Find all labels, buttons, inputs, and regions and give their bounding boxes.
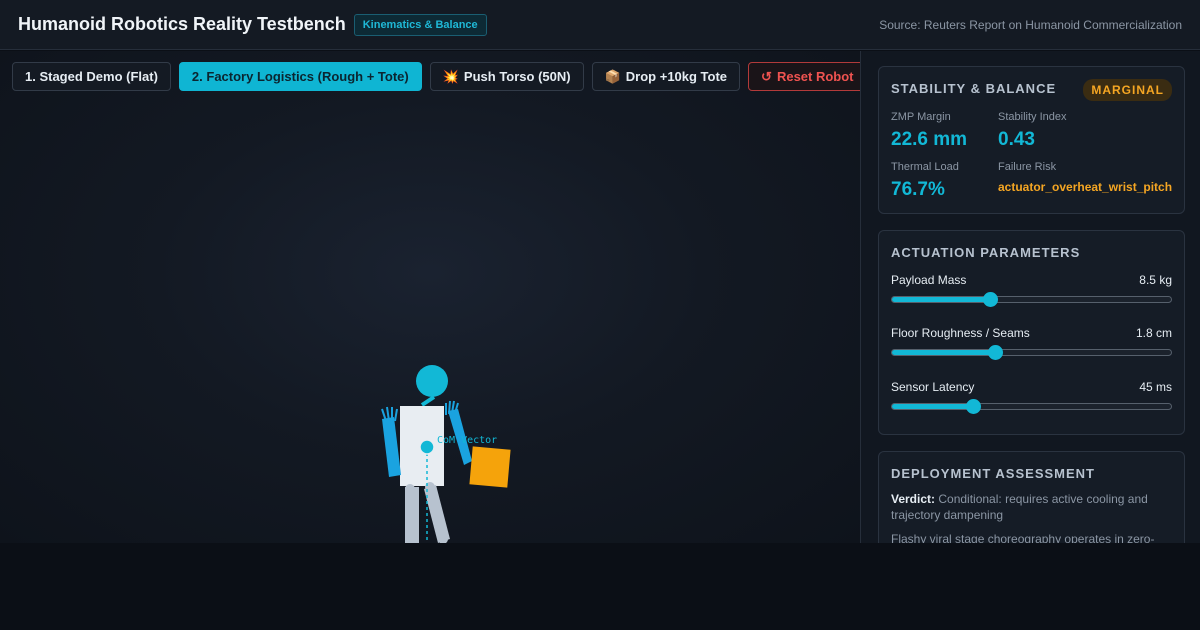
- stability-index-metric: Stability Index 0.43: [998, 111, 1066, 151]
- tote-box[interactable]: [469, 446, 511, 488]
- scenario-toolbar: 1. Staged Demo (Flat) 2. Factory Logisti…: [12, 62, 860, 91]
- failure-risk-label: Failure Risk: [998, 161, 1057, 173]
- robot-left-leg: [405, 487, 419, 543]
- left-hip-joint: [405, 484, 415, 494]
- robot-left-arm: [382, 417, 401, 477]
- stability-index-label: Stability Index: [998, 111, 1067, 123]
- zmp-margin-metric: ZMP Margin 22.6 mm: [891, 111, 967, 151]
- sensor-latency-value: 45 ms: [1139, 380, 1172, 394]
- sensor-latency-fill: [892, 404, 973, 409]
- mode-badge: Kinematics & Balance: [353, 13, 487, 36]
- humanoid-robot[interactable]: CoM Vector: [360, 361, 560, 543]
- floor-roughness-fill: [892, 350, 996, 355]
- thermal-load-metric: Thermal Load 76.7%: [891, 161, 959, 201]
- push-torso-button[interactable]: 💥 Push Torso (50N): [429, 62, 584, 91]
- factory-logistics-button[interactable]: 2. Factory Logistics (Rough + Tote): [178, 62, 422, 91]
- actuation-card: Actuation Parameters Payload Mass 8.5 kg…: [878, 230, 1185, 435]
- deployment-title: Deployment Assessment: [891, 466, 1095, 481]
- reset-robot-label: Reset Robot: [776, 69, 854, 84]
- robot-head: [416, 365, 448, 397]
- verdict-label: Verdict:: [891, 492, 936, 506]
- factory-logistics-label: 2. Factory Logistics (Rough + Tote): [191, 69, 409, 84]
- push-torso-label: Push Torso (50N): [463, 69, 571, 84]
- floor-roughness-label: Floor Roughness / Seams: [891, 326, 1030, 340]
- actuation-title: Actuation Parameters: [891, 245, 1081, 260]
- com-vector-label: CoM Vector: [437, 435, 497, 446]
- staged-demo-label: 1. Staged Demo (Flat): [25, 69, 158, 84]
- robot-left-hand: [381, 406, 398, 422]
- sensor-latency-slider[interactable]: Sensor Latency 45 ms: [891, 380, 1172, 414]
- thermal-load-label: Thermal Load: [891, 161, 959, 173]
- source-citation: Source: Reuters Report on Humanoid Comme…: [879, 17, 1182, 32]
- zmp-margin-label: ZMP Margin: [891, 111, 951, 123]
- deployment-card: Deployment Assessment Verdict: Condition…: [878, 451, 1185, 543]
- reset-icon: ↺: [761, 68, 772, 84]
- staged-demo-button[interactable]: 1. Staged Demo (Flat): [12, 62, 171, 91]
- floor-roughness-value: 1.8 cm: [1135, 326, 1172, 340]
- center-of-mass-marker: [419, 439, 435, 455]
- robot-neck: [420, 395, 436, 407]
- payload-mass-label: Payload Mass: [891, 273, 967, 287]
- package-icon: 📦: [604, 68, 621, 84]
- floor-roughness-thumb[interactable]: [988, 345, 1004, 360]
- sensor-latency-label: Sensor Latency: [891, 380, 975, 394]
- payload-mass-fill: [892, 297, 990, 302]
- floor-roughness-slider[interactable]: Floor Roughness / Seams 1.8 cm: [891, 326, 1172, 360]
- thermal-load-value: 76.7%: [891, 179, 945, 200]
- zmp-margin-value: 22.6 mm: [891, 129, 968, 150]
- reset-robot-button[interactable]: ↺ Reset Robot: [748, 62, 860, 91]
- deployment-note: Flashy viral stage choreography operates…: [891, 532, 1155, 543]
- payload-mass-slider[interactable]: Payload Mass 8.5 kg: [891, 273, 1172, 307]
- drop-tote-label: Drop +10kg Tote: [625, 69, 728, 84]
- robot-right-leg: [424, 485, 450, 543]
- drop-tote-button[interactable]: 📦 Drop +10kg Tote: [591, 62, 741, 91]
- sensor-latency-track[interactable]: [891, 399, 1172, 414]
- collision-icon: 💥: [442, 68, 459, 84]
- stability-card: Stability & Balance MARGINAL ZMP Margin …: [878, 66, 1185, 214]
- payload-mass-value: 8.5 kg: [1139, 273, 1172, 287]
- stability-title: Stability & Balance: [891, 81, 1057, 96]
- simulation-viewport[interactable]: 1. Staged Demo (Flat) 2. Factory Logisti…: [0, 51, 860, 543]
- app-window: Humanoid Robotics Reality Testbench Kine…: [0, 0, 1200, 630]
- payload-mass-thumb[interactable]: [982, 292, 998, 307]
- payload-mass-track[interactable]: [891, 292, 1172, 307]
- floor-roughness-track[interactable]: [891, 345, 1172, 360]
- failure-risk-value: actuator_overheat_wrist_pitch: [998, 180, 1173, 194]
- stability-index-value: 0.43: [998, 129, 1035, 150]
- right-sidebar: Stability & Balance MARGINAL ZMP Margin …: [860, 51, 1200, 543]
- sensor-latency-thumb[interactable]: [965, 399, 981, 414]
- failure-risk-metric: Failure Risk actuator_overheat_wrist_pit…: [998, 161, 1172, 194]
- verdict-text: Verdict: Conditional: requires active co…: [891, 491, 1172, 523]
- app-title: Humanoid Robotics Reality Testbench: [18, 14, 346, 34]
- status-badge: MARGINAL: [1083, 79, 1172, 101]
- header-bar: Humanoid Robotics Reality Testbench Kine…: [0, 0, 1200, 50]
